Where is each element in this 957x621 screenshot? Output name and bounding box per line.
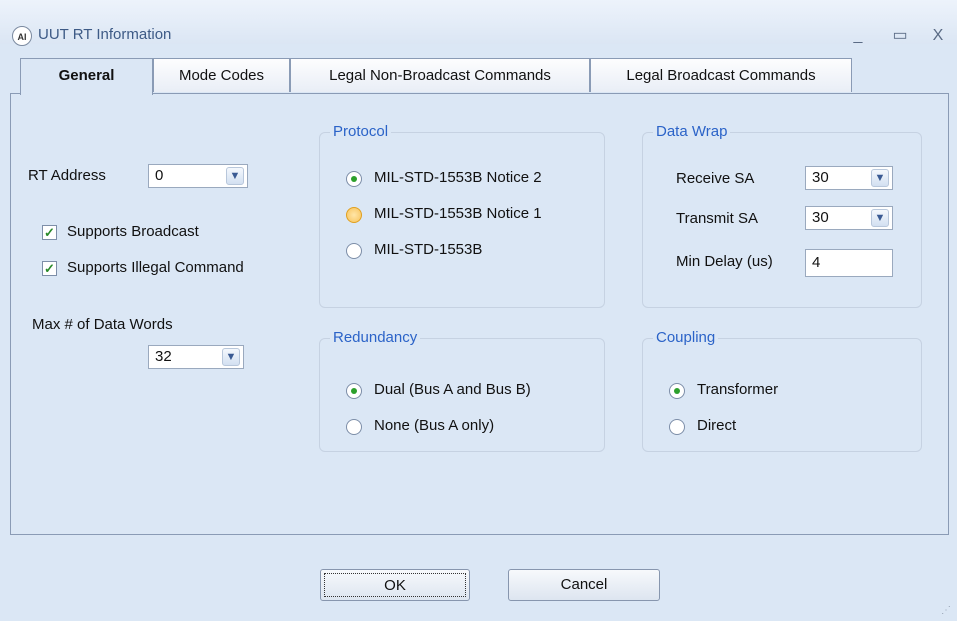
redundancy-none-label: None (Bus A only) [374, 417, 495, 434]
max-words-value: 32 [155, 348, 172, 365]
protocol-notice1-label: MIL-STD-1553B Notice 1 [374, 205, 542, 222]
transmit-sa-label: Transmit SA [676, 210, 758, 227]
tab-strip: General Mode Codes Legal Non-Broadcast C… [0, 58, 957, 95]
min-delay-label: Min Delay (us) [676, 253, 773, 270]
redundancy-dual-label: Dual (Bus A and Bus B) [374, 381, 531, 398]
max-words-select[interactable]: 32 ▼ [148, 345, 244, 369]
maximize-button[interactable]: ▭ [890, 26, 910, 46]
receive-sa-value: 30 [812, 169, 829, 186]
tab-legal-broadcast[interactable]: Legal Broadcast Commands [590, 58, 852, 92]
coupling-transformer-label: Transformer [697, 381, 779, 398]
title-bar: AI UUT RT Information _ ▭ X [0, 0, 957, 46]
supports-illegal-label: Supports Illegal Command [67, 259, 244, 276]
chevron-down-icon[interactable]: ▼ [871, 169, 889, 187]
min-delay-value: 4 [812, 254, 821, 271]
cancel-button[interactable]: Cancel [508, 569, 660, 601]
protocol-base-radio[interactable] [346, 243, 362, 259]
rt-address-value: 0 [155, 167, 164, 184]
supports-illegal-checkbox[interactable]: ✓ [42, 261, 57, 276]
protocol-group: Protocol MIL-STD-1553B Notice 2 MIL-STD-… [319, 123, 605, 308]
coupling-direct-radio[interactable] [669, 419, 685, 435]
ok-button[interactable]: OK [320, 569, 470, 601]
protocol-notice1-radio[interactable] [346, 207, 362, 223]
coupling-title: Coupling [653, 329, 719, 346]
transmit-sa-value: 30 [812, 209, 829, 226]
coupling-transformer-radio[interactable] [669, 383, 685, 399]
ok-button-label: OK [324, 573, 466, 597]
resize-grip-icon[interactable]: ⋰ [941, 605, 953, 617]
receive-sa-label: Receive SA [676, 170, 755, 187]
redundancy-none-radio[interactable] [346, 419, 362, 435]
redundancy-title: Redundancy [330, 329, 421, 346]
protocol-notice2-label: MIL-STD-1553B Notice 2 [374, 169, 542, 186]
coupling-direct-label: Direct [697, 417, 737, 434]
receive-sa-select[interactable]: 30 ▼ [805, 166, 893, 190]
chevron-down-icon[interactable]: ▼ [871, 209, 889, 227]
tab-general[interactable]: General [20, 58, 153, 95]
supports-broadcast-label: Supports Broadcast [67, 223, 199, 240]
general-panel: RT Address 0 ▼ ✓ Supports Broadcast ✓ Su… [10, 93, 949, 535]
supports-broadcast-checkbox[interactable]: ✓ [42, 225, 57, 240]
data-wrap-title: Data Wrap [653, 123, 731, 140]
redundancy-group: Redundancy Dual (Bus A and Bus B) None (… [319, 329, 605, 452]
close-button[interactable]: X [928, 26, 948, 46]
protocol-notice2-radio[interactable] [346, 171, 362, 187]
protocol-title: Protocol [330, 123, 392, 140]
minimize-button[interactable]: _ [848, 26, 868, 46]
tab-legal-non-broadcast[interactable]: Legal Non-Broadcast Commands [290, 58, 590, 92]
transmit-sa-select[interactable]: 30 ▼ [805, 206, 893, 230]
app-icon: AI [12, 26, 32, 46]
tab-mode-codes[interactable]: Mode Codes [153, 58, 290, 92]
data-wrap-group: Data Wrap Receive SA 30 ▼ Transmit SA 30… [642, 123, 922, 308]
redundancy-dual-radio[interactable] [346, 383, 362, 399]
coupling-group: Coupling Transformer Direct [642, 329, 922, 452]
protocol-base-label: MIL-STD-1553B [374, 241, 483, 258]
rt-address-select[interactable]: 0 ▼ [148, 164, 248, 188]
max-words-label: Max # of Data Words [32, 316, 173, 333]
window-title: UUT RT Information [38, 26, 172, 43]
rt-address-label: RT Address [28, 167, 106, 184]
dialog-window: AI UUT RT Information _ ▭ X General Mode… [0, 0, 957, 621]
chevron-down-icon[interactable]: ▼ [222, 348, 240, 366]
min-delay-input[interactable]: 4 [805, 249, 893, 277]
chevron-down-icon[interactable]: ▼ [226, 167, 244, 185]
